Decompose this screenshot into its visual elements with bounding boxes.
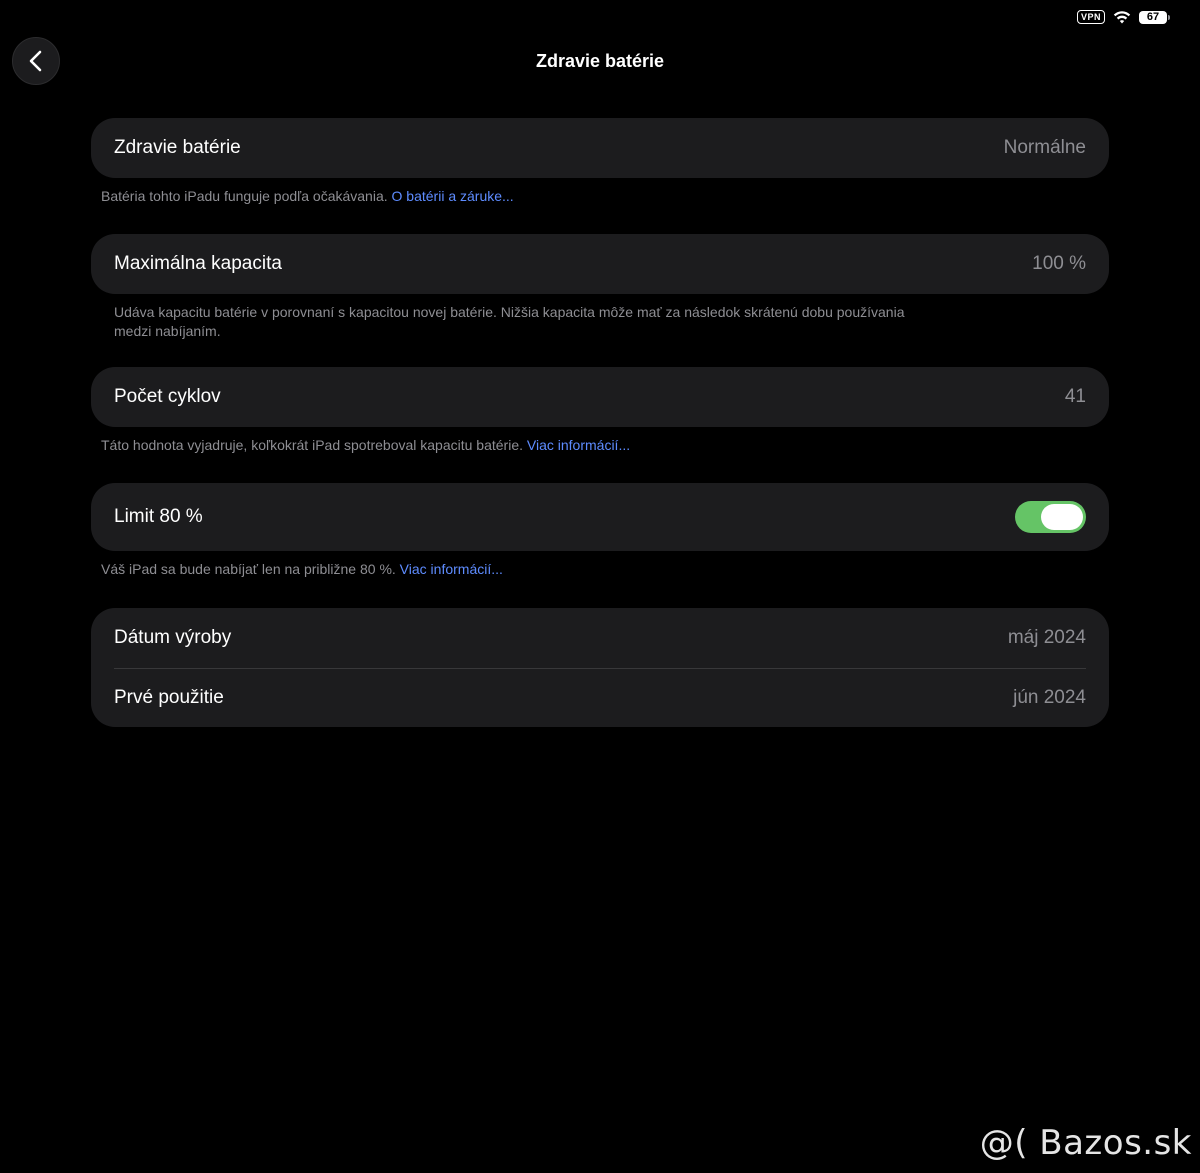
dates-card: Dátum výroby máj 2024 Prvé použitie jún … [91, 608, 1109, 727]
cycle-count-value: 41 [1064, 386, 1086, 407]
charge-limit-toggle[interactable] [1015, 501, 1086, 533]
max-capacity-value: 100 % [1032, 253, 1086, 274]
vpn-badge: VPN [1076, 10, 1105, 24]
page-title: Zdravie batérie [535, 51, 665, 71]
charge-limit-footnote: Váš iPad sa bude nabíjať len na približn… [101, 560, 503, 579]
manufacture-date-value: máj 2024 [1007, 627, 1086, 648]
charge-limit-card: Limit 80 % [91, 483, 1109, 551]
battery-health-row[interactable]: Zdravie batérie Normálne [114, 118, 1086, 178]
limit-more-info-link[interactable]: Viac informácií... [400, 561, 503, 577]
battery-health-label: Zdravie batérie [114, 137, 241, 158]
wifi-icon [1113, 11, 1131, 24]
max-capacity-footnote: Udáva kapacitu batérie v porovnaní s kap… [114, 303, 905, 341]
charge-limit-label: Limit 80 % [114, 506, 203, 527]
charge-limit-footnote-text: Váš iPad sa bude nabíjať len na približn… [101, 561, 396, 577]
cycle-count-footnote-text: Táto hodnota vyjadruje, koľkokrát iPad s… [101, 437, 523, 453]
max-capacity-footnote-line1: Udáva kapacitu batérie v porovnaní s kap… [114, 304, 905, 320]
cycle-count-label: Počet cyklov [114, 386, 221, 407]
first-use-label: Prvé použitie [114, 687, 224, 708]
cycle-count-row: Počet cyklov 41 [114, 367, 1086, 427]
cycle-more-info-link[interactable]: Viac informácií... [527, 437, 630, 453]
max-capacity-label: Maximálna kapacita [114, 253, 282, 274]
battery-health-footnote-text: Batéria tohto iPadu funguje podľa očakáv… [101, 188, 388, 204]
first-use-value: jún 2024 [1013, 687, 1086, 708]
toggle-knob [1041, 504, 1083, 530]
max-capacity-card: Maximálna kapacita 100 % [91, 234, 1109, 294]
max-capacity-row: Maximálna kapacita 100 % [114, 234, 1086, 294]
warranty-link[interactable]: O batérii a záruke... [392, 188, 514, 204]
cycle-count-card: Počet cyklov 41 [91, 367, 1109, 427]
status-bar: VPN 67 [1076, 10, 1170, 24]
first-use-row: Prvé použitie jún 2024 [114, 669, 1086, 727]
battery-health-footnote: Batéria tohto iPadu funguje podľa očakáv… [101, 187, 514, 206]
manufacture-date-row: Dátum výroby máj 2024 [114, 608, 1086, 668]
watermark: @( Bazos.sk [979, 1123, 1192, 1163]
battery-health-value: Normálne [1003, 137, 1086, 158]
max-capacity-footnote-line2: medzi nabíjaním. [114, 323, 221, 339]
battery-health-card: Zdravie batérie Normálne [91, 118, 1109, 178]
battery-icon: 67 [1139, 10, 1170, 24]
charge-limit-row: Limit 80 % [114, 483, 1086, 551]
manufacture-date-label: Dátum výroby [114, 627, 232, 648]
battery-level: 67 [1139, 10, 1167, 24]
cycle-count-footnote: Táto hodnota vyjadruje, koľkokrát iPad s… [101, 436, 630, 455]
